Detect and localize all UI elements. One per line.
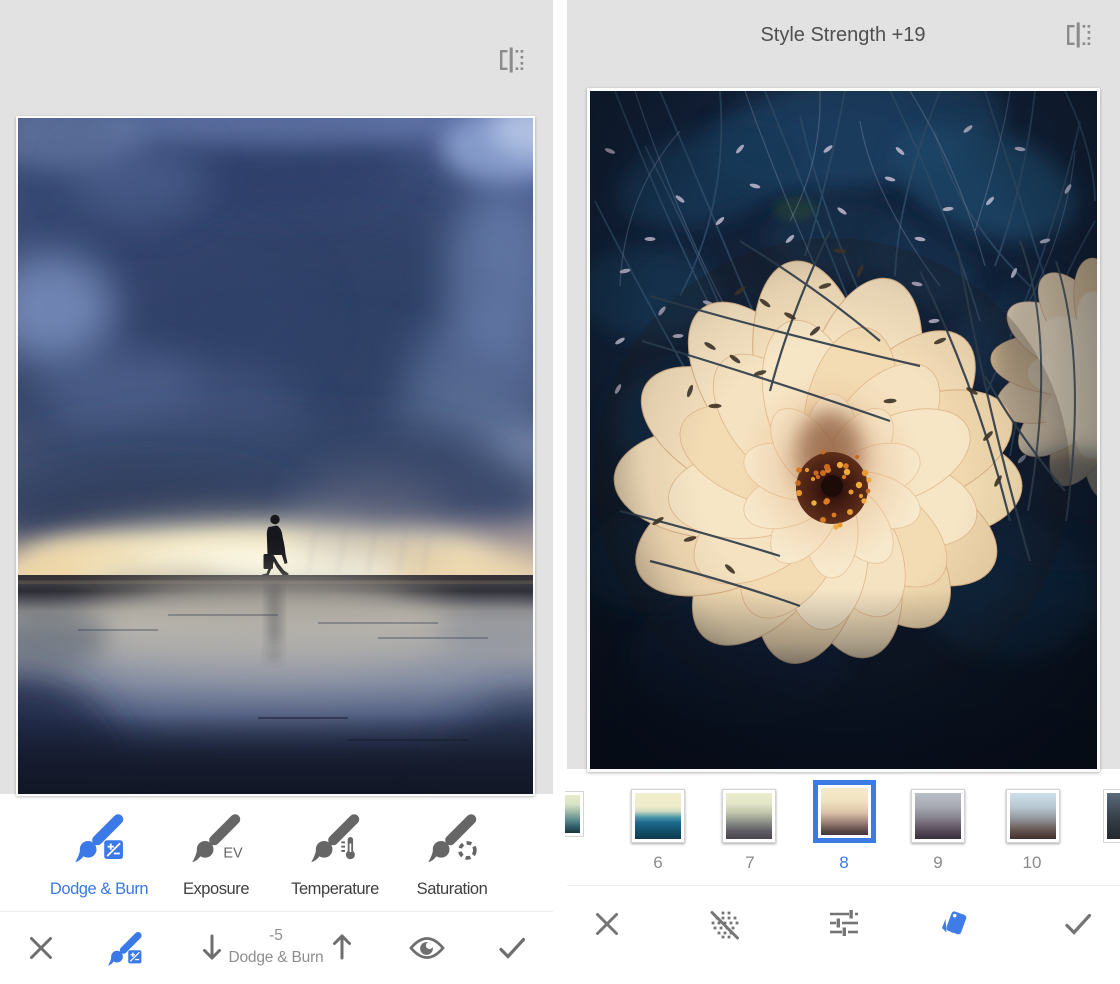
svg-text:EV: EV — [223, 845, 243, 861]
